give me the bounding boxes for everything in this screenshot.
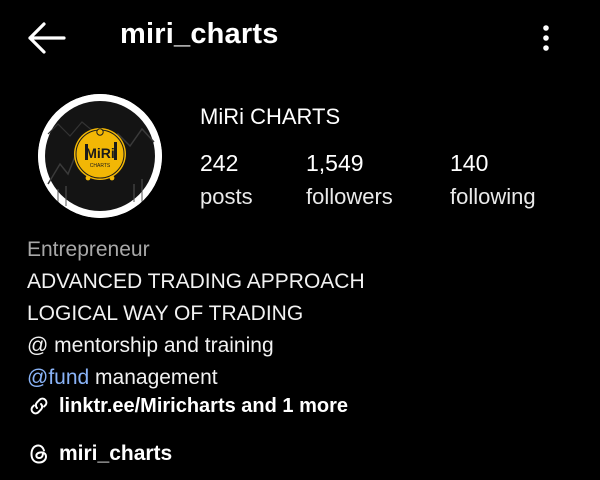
bio-category: Entrepreneur (27, 238, 150, 261)
following-count: 140 (450, 150, 489, 176)
bio-mention-fund[interactable]: @fund (27, 366, 89, 389)
profile-links[interactable]: linktr.ee/Miricharts and 1 more (27, 392, 348, 420)
back-button[interactable] (26, 20, 66, 56)
stat-following[interactable]: 140 following (450, 150, 536, 210)
bio-line-4-text: management (89, 366, 218, 389)
profile-display-name: MiRi CHARTS (200, 104, 341, 129)
stat-posts[interactable]: 242 posts (200, 150, 253, 210)
followers-label: followers (306, 184, 393, 209)
stat-followers[interactable]: 1,549 followers (306, 150, 393, 210)
bio-line-1: ADVANCED TRADING APPROACH (27, 270, 365, 293)
bio-line-3: @ mentorship and training (27, 334, 274, 357)
top-bar: miri_charts (0, 0, 600, 76)
svg-text:CHARTS: CHARTS (90, 163, 111, 169)
threads-icon (30, 444, 47, 464)
profile-bio: Entrepreneur ADVANCED TRADING APPROACH L… (27, 234, 587, 394)
followers-count: 1,549 (306, 150, 364, 176)
link-icon (30, 397, 48, 415)
svg-text:MiRi: MiRi (85, 145, 115, 161)
arrow-left-icon (28, 22, 66, 54)
bio-line-2: LOGICAL WAY OF TRADING (27, 302, 304, 325)
threads-handle: miri_charts (59, 442, 173, 465)
posts-label: posts (200, 184, 253, 209)
more-vertical-icon (543, 25, 549, 51)
bio-line-4: @fund management (27, 362, 587, 394)
threads-badge[interactable]: miri_charts (27, 440, 172, 468)
avatar-logo: MiRi CHARTS (38, 94, 162, 218)
more-options-button[interactable] (534, 22, 558, 54)
profile-username: miri_charts (120, 18, 279, 50)
profile-avatar[interactable]: MiRi CHARTS (38, 94, 162, 218)
following-label: following (450, 184, 536, 209)
posts-count: 242 (200, 150, 239, 176)
profile-link-text: linktr.ee/Miricharts and 1 more (59, 394, 348, 417)
